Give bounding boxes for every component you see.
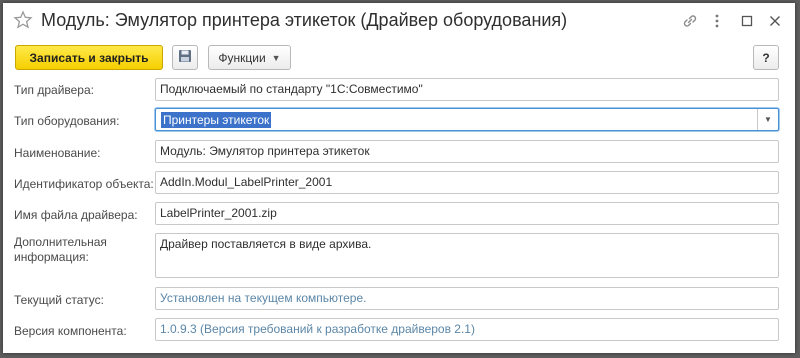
extra-info-label: Дополнительная информация: xyxy=(14,235,107,265)
save-and-close-button[interactable]: Записать и закрыть xyxy=(15,45,163,70)
link-icon[interactable] xyxy=(681,12,699,30)
chevron-down-icon: ▼ xyxy=(271,52,281,63)
equipment-type-label: Тип оборудования: xyxy=(14,114,120,128)
floppy-disk-icon xyxy=(178,49,192,66)
save-button[interactable] xyxy=(172,45,198,70)
equipment-type-value: Принтеры этикеток xyxy=(161,112,272,128)
extra-info-label-line1: Дополнительная xyxy=(14,235,107,249)
version-label: Версия компонента: xyxy=(14,324,127,338)
driver-type-field[interactable]: Подключаемый по стандарту "1С:Совместимо… xyxy=(155,78,779,101)
dropdown-arrow-icon[interactable]: ▼ xyxy=(757,109,778,130)
status-label: Текущий статус: xyxy=(14,293,104,307)
equipment-type-select[interactable]: Принтеры этикеток ▼ xyxy=(155,108,779,131)
extra-info-label-line2: информация: xyxy=(14,250,89,264)
functions-menu-button[interactable]: Функции ▼ xyxy=(208,45,291,70)
more-icon[interactable] xyxy=(708,12,726,30)
extra-info-field[interactable]: Драйвер поставляется в виде архива. xyxy=(155,233,779,278)
name-label: Наименование: xyxy=(14,146,101,160)
close-icon[interactable] xyxy=(766,12,784,30)
functions-label: Функции xyxy=(218,50,266,65)
star-icon[interactable] xyxy=(13,10,33,30)
dialog-window: Модуль: Эмулятор принтера этикеток (Драй… xyxy=(3,3,795,353)
help-button[interactable]: ? xyxy=(753,45,779,70)
driver-file-label: Имя файла драйвера: xyxy=(14,208,138,222)
window-title: Модуль: Эмулятор принтера этикеток (Драй… xyxy=(41,10,568,30)
maximize-icon[interactable] xyxy=(738,12,756,30)
object-id-label: Идентификатор объекта: xyxy=(14,177,154,191)
name-field[interactable]: Модуль: Эмулятор принтера этикеток xyxy=(155,140,779,163)
version-field: 1.0.9.3 (Версия требований к разработке … xyxy=(155,318,779,341)
object-id-field[interactable]: AddIn.Modul_LabelPrinter_2001 xyxy=(155,171,779,194)
driver-file-field[interactable]: LabelPrinter_2001.zip xyxy=(155,202,779,225)
driver-type-label: Тип драйвера: xyxy=(14,83,94,97)
status-field: Установлен на текущем компьютере. xyxy=(155,287,779,310)
title-bar: Модуль: Эмулятор принтера этикеток (Драй… xyxy=(3,3,795,39)
